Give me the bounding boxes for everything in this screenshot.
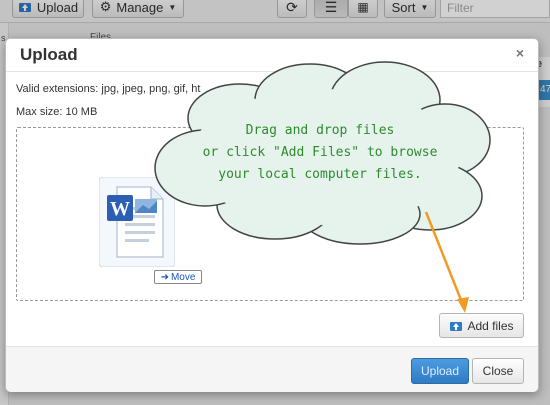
tooltip-line: or click "Add Files" to browse <box>202 145 438 160</box>
upload-icon <box>450 321 463 331</box>
valid-extensions-start: Valid extensions: jpg, jpeg, png, gif, h… <box>16 83 201 95</box>
tooltip-text: Drag and drop files or click "Add Files"… <box>190 120 450 186</box>
valid-extensions-end: xls, xlsx <box>398 83 437 95</box>
svg-text:W: W <box>110 198 130 220</box>
close-button[interactable]: Close <box>472 358 524 384</box>
arrow-right-icon: ➜ <box>160 271 169 283</box>
move-indicator: ➜ Move <box>154 270 202 284</box>
max-size-text: Max size: 10 MB <box>16 106 98 118</box>
dialog-header: Upload × <box>6 39 538 72</box>
upload-button[interactable]: Upload <box>411 358 469 384</box>
dialog-title: Upload <box>20 45 78 64</box>
dialog-footer: Upload Close <box>6 346 538 392</box>
add-files-button[interactable]: Add files <box>439 313 524 338</box>
upload-dialog: Upload × Valid extensions: jpg, jpeg, pn… <box>5 38 539 392</box>
valid-extensions-text: Valid extensions: jpg, jpeg, png, gif, h… <box>16 83 437 95</box>
tooltip-line: Drag and drop files <box>245 123 395 138</box>
add-files-label: Add files <box>467 318 514 333</box>
tooltip-line: your local computer files. <box>218 167 422 182</box>
close-icon[interactable]: × <box>516 45 524 61</box>
word-document-icon: W <box>99 177 175 267</box>
move-label: Move <box>170 271 196 283</box>
